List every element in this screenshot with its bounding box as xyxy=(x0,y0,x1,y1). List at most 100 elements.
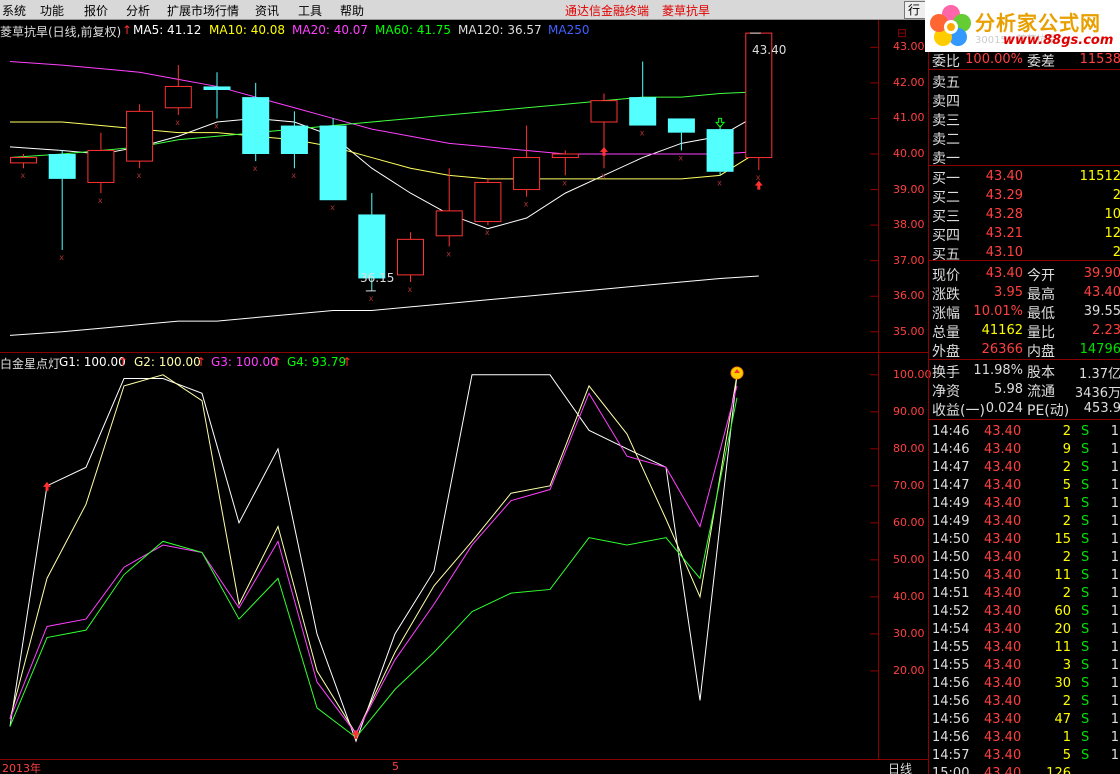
stat-label: 外盘 xyxy=(932,344,960,360)
tick-count: 1 xyxy=(1110,640,1119,655)
candle[interactable]: x xyxy=(590,93,618,181)
menu-item-function[interactable]: 功能 xyxy=(40,2,64,19)
candle[interactable]: x xyxy=(280,111,308,180)
menu-item-quote[interactable]: 报价 xyxy=(84,2,108,19)
indicator-tick: 20.00 xyxy=(893,663,925,677)
order-diff-value: 11538 xyxy=(1079,52,1120,67)
menu-item-system[interactable]: 系统 xyxy=(2,2,26,19)
tick-time: 14:49 xyxy=(932,514,970,529)
tick-count: 1 xyxy=(1110,712,1119,727)
tick-count: 1 xyxy=(1110,676,1119,691)
candle[interactable]: x xyxy=(164,65,192,127)
buy-label: 买四 xyxy=(932,228,960,244)
tick-count: 1 xyxy=(1110,442,1119,457)
buy-row[interactable]: 买二 43.29 2 xyxy=(929,186,1120,206)
legend-ma250: MA250 xyxy=(548,23,590,37)
candle[interactable]: x xyxy=(513,125,541,209)
candle[interactable]: x xyxy=(203,72,231,130)
tick-row[interactable]: 14:50 43.40 11 S 1 xyxy=(929,566,1120,584)
tick-row[interactable]: 14:56 43.40 47 S 1 xyxy=(929,710,1120,728)
buy-signal-arrow-icon xyxy=(600,146,608,156)
candle[interactable]: x xyxy=(87,132,115,205)
stat-label: 现价 xyxy=(932,268,960,284)
period-label[interactable]: 日线 xyxy=(888,760,912,774)
tick-volume: 9 xyxy=(1062,442,1071,457)
tick-side: S xyxy=(1081,658,1090,673)
tick-row[interactable]: 14:46 43.40 2 S 1 xyxy=(929,422,1120,440)
tick-row[interactable]: 14:55 43.40 3 S 1 xyxy=(929,656,1120,674)
candle[interactable]: x xyxy=(358,193,386,303)
tick-volume: 11 xyxy=(1054,568,1071,583)
axis-scroll-icon[interactable]: ⊟ xyxy=(897,26,907,40)
tick-row[interactable]: 14:47 43.40 5 S 1 xyxy=(929,476,1120,494)
divider xyxy=(929,419,1120,420)
menu-item-extended-market[interactable]: 扩展市场行情 xyxy=(167,2,239,19)
candle[interactable]: x xyxy=(397,232,424,294)
candle[interactable]: x xyxy=(242,82,270,173)
candle[interactable]: x xyxy=(126,104,154,180)
tick-side: S xyxy=(1081,586,1090,601)
tick-row[interactable]: 14:49 43.40 1 S 1 xyxy=(929,494,1120,512)
sell-row: 卖五 xyxy=(929,71,1120,91)
buy-row[interactable]: 买三 43.28 10 xyxy=(929,205,1120,225)
menu-item-info[interactable]: 资讯 xyxy=(255,2,279,19)
menu-item-tools[interactable]: 工具 xyxy=(298,2,322,19)
tick-row[interactable]: 14:47 43.40 2 S 1 xyxy=(929,458,1120,476)
tick-row[interactable]: 14:52 43.40 60 S 1 xyxy=(929,602,1120,620)
tick-time: 14:47 xyxy=(932,460,970,475)
candle[interactable]: x xyxy=(10,154,37,180)
candle[interactable]: x xyxy=(48,150,76,262)
buy-volume: 2 xyxy=(1113,245,1120,260)
tick-count: 1 xyxy=(1110,586,1119,601)
candle[interactable]: x xyxy=(474,178,502,237)
kline-chart[interactable]: x x x x x x x x x x x x x x x x x x x x 菱草抗旱(日线,前复权) ↑ MA5:… xyxy=(0,20,878,352)
svg-text:x: x xyxy=(756,173,761,182)
price-tick: 37.00 xyxy=(893,253,925,267)
tick-side: S xyxy=(1081,604,1090,619)
tick-row[interactable]: 14:49 43.40 2 S 1 xyxy=(929,512,1120,530)
candle[interactable]: x xyxy=(706,125,734,188)
share-label: 净资 xyxy=(932,384,960,400)
tick-row[interactable]: 14:50 43.40 2 S 1 xyxy=(929,548,1120,566)
candle[interactable]: x xyxy=(551,150,579,187)
tick-row[interactable]: 14:55 43.40 11 S 1 xyxy=(929,638,1120,656)
tick-count: 1 xyxy=(1110,730,1119,745)
tick-time: 14:56 xyxy=(932,676,970,691)
tick-row[interactable]: 14:51 43.40 2 S 1 xyxy=(929,584,1120,602)
stat-value: 10.01% xyxy=(973,304,1023,319)
buy-volume: 10 xyxy=(1104,207,1120,222)
tick-time: 14:47 xyxy=(932,478,970,493)
candle[interactable]: x xyxy=(319,118,347,212)
buy-price: 43.40 xyxy=(985,169,1023,184)
share-row: 净资 5.98 流通 3436万 xyxy=(929,380,1120,401)
svg-text:x: x xyxy=(562,178,567,187)
tick-price: 43.40 xyxy=(984,550,1022,565)
tick-price: 43.40 xyxy=(984,568,1022,583)
tick-row[interactable]: 14:56 43.40 1 S 1 xyxy=(929,728,1120,746)
menu-item-analysis[interactable]: 分析 xyxy=(126,2,150,19)
tick-row[interactable]: 14:57 43.40 5 S 1 xyxy=(929,746,1120,764)
candle[interactable]: x xyxy=(435,168,463,258)
buy-row[interactable]: 买四 43.21 12 xyxy=(929,224,1120,244)
tick-volume: 5 xyxy=(1062,478,1071,493)
menu-item-help[interactable]: 帮助 xyxy=(340,2,364,19)
tick-side: S xyxy=(1081,712,1090,727)
buy-row[interactable]: 买一 43.40 11512 xyxy=(929,167,1120,187)
tick-side: S xyxy=(1081,532,1090,547)
indicator-chart[interactable]: 白金星点灯 G1: 100.00 ↑ G2: 100.00 ↑ G3: 100.… xyxy=(0,352,878,759)
buy-price: 43.29 xyxy=(985,188,1023,203)
candle[interactable]: x xyxy=(667,118,695,162)
stat-label: 今开 xyxy=(1027,268,1055,284)
candle[interactable]: x xyxy=(629,61,657,138)
tick-row[interactable]: 14:56 43.40 2 S 1 xyxy=(929,692,1120,710)
tick-row[interactable]: 14:50 43.40 15 S 1 xyxy=(929,530,1120,548)
buy-label: 买二 xyxy=(932,190,960,206)
stat-value: 39.90 xyxy=(1083,266,1120,281)
tick-row[interactable]: 14:54 43.40 20 S 1 xyxy=(929,620,1120,638)
tick-row[interactable]: 14:56 43.40 30 S 1 xyxy=(929,674,1120,692)
price-axis: ⊟ 43.00 42.00 41.00 40.00 39.00 38.00 37.00 36.… xyxy=(878,20,932,759)
svg-text:x: x xyxy=(175,118,180,127)
tick-row[interactable]: 15:00 43.40 126 xyxy=(929,764,1120,774)
tick-row[interactable]: 14:46 43.40 9 S 1 xyxy=(929,440,1120,458)
price-tick: 41.00 xyxy=(893,111,925,125)
